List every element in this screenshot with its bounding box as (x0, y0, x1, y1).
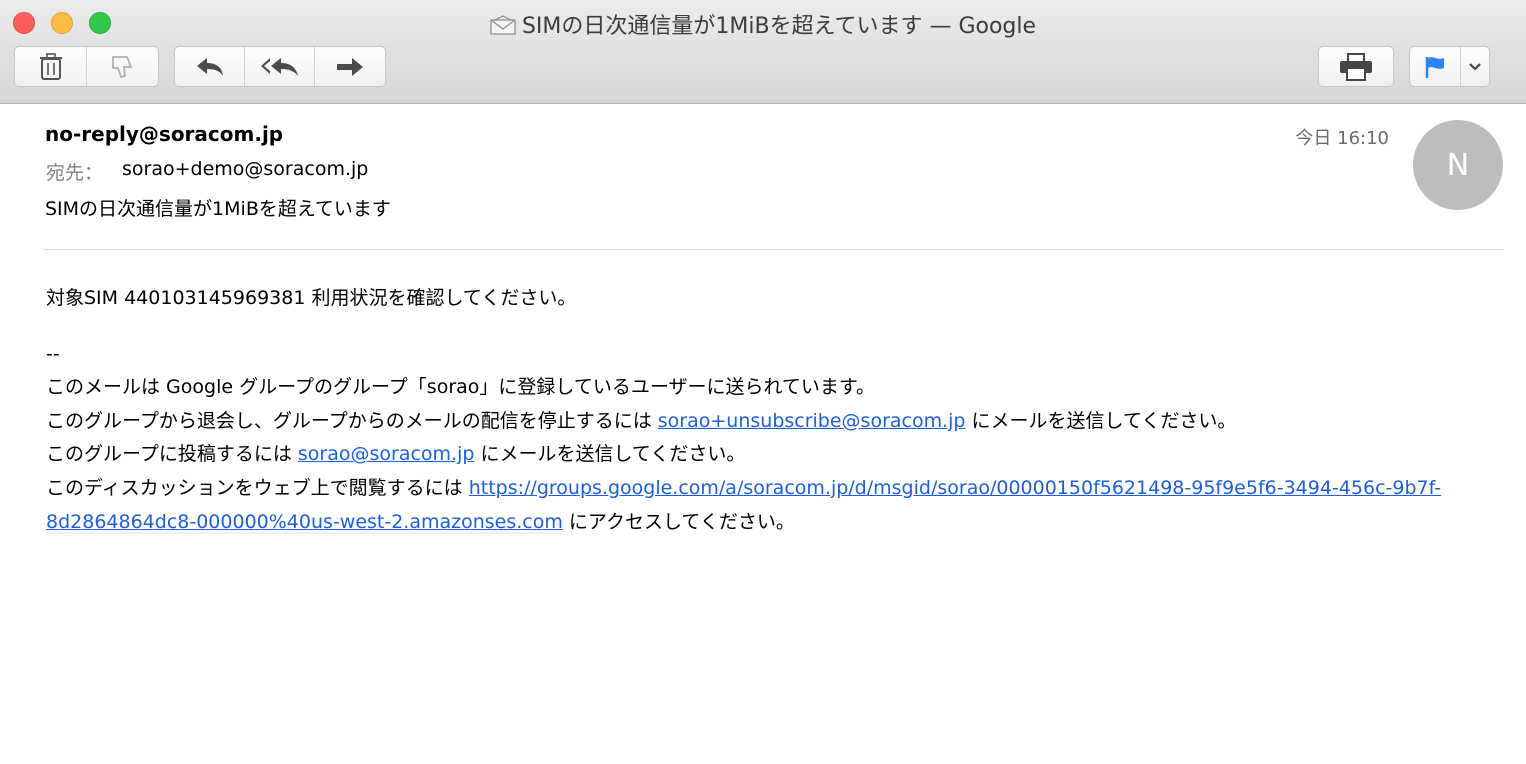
flag-group (1409, 46, 1490, 87)
recipient-label: 宛先： (46, 162, 104, 184)
forward-button[interactable] (315, 47, 385, 86)
reply-button[interactable] (175, 47, 246, 86)
body-line-sim: 対象SIM 440103145969381 利用状況を確認してください。 (46, 287, 577, 309)
body-line-group-notice: このメールは Google グループのグループ「sorao」に登録しているユーザ… (46, 376, 875, 399)
message-body: 対象SIM 440103145969381 利用状況を確認してください。 -- … (46, 282, 1486, 539)
body-line-post: このグループに投稿するには sorao@soracom.jp にメールを送信して… (46, 438, 1486, 472)
toolbar: SIMの日次通信量が1MiBを超えています — Google (0, 0, 1526, 104)
signature-separator: -- (46, 342, 60, 365)
post-text-post: にメールを送信してください。 (474, 443, 746, 466)
unsubscribe-text-post: にメールを送信してください。 (965, 409, 1237, 432)
mail-window: SIMの日次通信量が1MiBを超えています — Google no-reply@… (0, 0, 1526, 764)
window-title: SIMの日次通信量が1MiBを超えています — Google (0, 8, 1526, 40)
unsubscribe-text: このグループから退会し、グループからのメールの配信を停止するには (46, 409, 658, 432)
reply-group (174, 46, 386, 87)
window-title-text: SIMの日次通信量が1MiBを超えています — Google (521, 14, 1037, 39)
thumbs-down-icon (111, 55, 132, 78)
flag-menu-button[interactable] (1461, 47, 1489, 86)
envelope-icon (490, 15, 516, 35)
printer-icon (1340, 52, 1372, 81)
delete-junk-group (14, 46, 159, 87)
delete-button[interactable] (15, 47, 87, 86)
unsubscribe-link[interactable]: sorao+unsubscribe@soracom.jp (658, 410, 966, 432)
web-text-post: にアクセスしてください。 (562, 510, 795, 533)
print-button[interactable] (1319, 47, 1393, 86)
chevron-down-icon (1469, 62, 1481, 71)
reply-icon (196, 57, 223, 76)
post-address-link[interactable]: sorao@soracom.jp (298, 443, 475, 465)
print-group (1318, 46, 1394, 87)
reply-all-icon (260, 57, 298, 76)
junk-button[interactable] (87, 47, 158, 86)
web-text: このディスカッションをウェブ上で閲覧するには (46, 476, 469, 499)
received-date: 今日 16:10 (1295, 128, 1389, 149)
flag-icon (1425, 56, 1444, 78)
avatar: N (1413, 120, 1503, 210)
body-line-web: このディスカッションをウェブ上で閲覧するには https://groups.go… (46, 472, 1486, 539)
trash-icon (39, 52, 62, 80)
header-divider (44, 249, 1503, 250)
body-line-unsubscribe: このグループから退会し、グループからのメールの配信を停止するには sorao+u… (46, 405, 1486, 439)
recipient-address: sorao+demo@soracom.jp (122, 158, 369, 180)
sender-address: no-reply@soracom.jp (45, 122, 284, 146)
reply-all-button[interactable] (245, 47, 315, 86)
post-text: このグループに投稿するには (46, 443, 298, 466)
message-subject: SIMの日次通信量が1MiBを超えています (45, 198, 391, 220)
forward-icon (336, 57, 363, 76)
flag-button[interactable] (1410, 47, 1461, 86)
